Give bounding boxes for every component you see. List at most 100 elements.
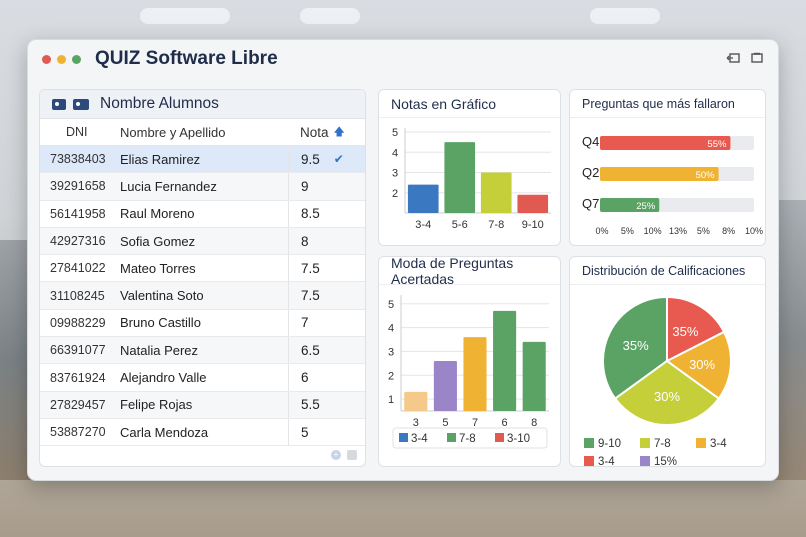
failed-questions-title: Preguntas que más fallaron xyxy=(582,96,735,111)
legend-swatch xyxy=(584,438,594,448)
cell-dni: 27829457 xyxy=(50,397,106,412)
table-row[interactable]: 39291658 Lucia Fernandez 9 xyxy=(40,173,365,201)
cell-grade-value: 7 xyxy=(301,315,309,331)
y-tick-label: 3 xyxy=(388,346,394,358)
students-panel-title: Nombre Alumnos xyxy=(100,95,219,112)
grades-chart-panel: Notas en Gráfico 2 3 4 5 3-4 5-6 7-8 9-10 xyxy=(378,89,561,246)
table-row[interactable]: 42927316 Sofia Gomez 8 xyxy=(40,227,365,256)
id-card-icon xyxy=(52,98,66,110)
cell-dni: 83761924 xyxy=(50,370,106,385)
legend-label: 3-10 xyxy=(507,433,530,445)
column-grade-label: Nota xyxy=(300,124,329,140)
cell-name: Mateo Torres xyxy=(120,260,196,276)
table-row[interactable]: 83761924 Alejandro Valle 6 xyxy=(40,364,365,392)
cell-name: Natalia Perez xyxy=(120,342,199,358)
cell-grade-value: 7.5 xyxy=(301,260,320,276)
x-tick-label: 9-10 xyxy=(522,219,544,231)
close-window-button[interactable] xyxy=(42,54,51,64)
x-tick-label: 10% xyxy=(745,226,763,236)
cell-grade: 9 xyxy=(288,173,364,200)
bar xyxy=(433,360,457,411)
legend-swatch xyxy=(696,438,706,448)
cell-name: Bruno Castillo xyxy=(120,315,201,331)
column-grade[interactable]: Nota 🡅 xyxy=(288,119,364,145)
y-tick-label: 4 xyxy=(392,147,398,159)
cell-dni: 09988229 xyxy=(50,315,106,330)
x-tick-label: 10% xyxy=(644,226,662,236)
table-row[interactable]: 73838403 Elias Ramirez 9.5 ✔ xyxy=(40,146,365,174)
slice-label: 35% xyxy=(623,338,649,353)
column-dni[interactable]: DNI xyxy=(40,125,116,139)
table-row[interactable]: 31108245 Valentina Soto 7.5 xyxy=(40,282,365,310)
cell-grade-value: 7.5 xyxy=(301,288,320,304)
y-tick-label: 5 xyxy=(388,299,394,311)
x-tick-label: 8% xyxy=(722,226,735,236)
moda-bar-chart: 1 2 3 4 5 3 5 7 6 8 3-4 7-8 3-10 xyxy=(388,295,549,449)
grades-bar-chart: 2 3 4 5 3-4 5-6 7-8 9-10 xyxy=(392,127,551,231)
y-tick-label: 5 xyxy=(392,127,398,139)
legend-label: 3-4 xyxy=(710,438,727,450)
data-label: 50% xyxy=(696,170,716,181)
moda-chart-panel: Moda de Preguntas Acertadas 1 2 3 4 5 3 5 7 6 8 3-… xyxy=(378,255,561,467)
legend-label: 7-8 xyxy=(459,433,476,445)
table-row[interactable]: 56141958 Raul Moreno 8.5 xyxy=(40,200,365,228)
table-row[interactable]: 66391077 Natalia Perez 6.5 xyxy=(40,337,365,365)
y-tick-label: 3 xyxy=(392,168,398,180)
sort-asc-icon[interactable]: 🡅 xyxy=(334,123,345,142)
app-window: QUIZ Software Libre Nombre Alumnos DNI N… xyxy=(27,39,779,481)
check-icon: ✔ xyxy=(333,152,344,167)
ceiling-light xyxy=(140,8,230,24)
ceiling-light xyxy=(300,8,360,24)
students-panel-header: Nombre Alumnos xyxy=(40,90,365,119)
cell-grade: 9.5 ✔ xyxy=(288,146,364,173)
distribution-panel: Distribución de Calificaciones 35% 35% 30%… xyxy=(569,256,766,468)
students-panel: Nombre Alumnos DNI Nombre y Apellido Not… xyxy=(39,89,366,467)
slice-label: 30% xyxy=(654,389,680,404)
window-tile-icon[interactable] xyxy=(726,52,740,64)
cell-grade-value: 5 xyxy=(301,424,309,440)
cell-grade-value: 6 xyxy=(301,370,309,386)
table-header: DNI Nombre y Apellido Nota 🡅 xyxy=(40,119,365,146)
table-row[interactable]: 27841022 Mateo Torres 7.5 xyxy=(40,255,365,283)
maximize-window-button[interactable] xyxy=(72,54,81,64)
cell-name: Elias Ramirez xyxy=(120,151,201,167)
scroll-up-button[interactable]: + xyxy=(331,450,341,460)
legend-label: 9-10 xyxy=(598,438,621,450)
title-bar: QUIZ Software Libre xyxy=(28,40,778,78)
x-tick-label: 7 xyxy=(472,417,478,429)
x-tick-label: 3 xyxy=(413,417,419,429)
legend-label: 7-8 xyxy=(654,438,671,450)
cell-grade-value: 9 xyxy=(301,178,309,194)
cell-name: Carla Mendoza xyxy=(120,424,209,440)
bar xyxy=(407,184,439,213)
cell-dni: 56141958 xyxy=(50,206,106,221)
table-row[interactable]: 27829457 Felipe Rojas 5.5 xyxy=(40,391,365,419)
bar xyxy=(463,337,487,411)
cell-grade-value: 8 xyxy=(301,233,309,249)
legend-label: 15% xyxy=(654,456,677,467)
cell-name: Felipe Rojas xyxy=(120,397,193,413)
cell-grade-value: 6.5 xyxy=(301,342,320,358)
scroll-down-button[interactable] xyxy=(347,450,357,460)
bar xyxy=(517,194,549,213)
column-name[interactable]: Nombre y Apellido xyxy=(116,125,288,140)
cell-grade: 8 xyxy=(288,227,364,255)
x-tick-label: 7-8 xyxy=(488,219,504,231)
table-row[interactable]: 53887270 Carla Mendoza 5 xyxy=(40,418,365,447)
distribution-title: Distribución de Calificaciones xyxy=(582,263,746,278)
cell-grade: 5 xyxy=(288,418,364,446)
legend-swatch xyxy=(640,456,650,466)
cell-name: Lucia Fernandez xyxy=(120,178,217,194)
table-row[interactable]: 09988229 Bruno Castillo 7 xyxy=(40,309,365,338)
category-label: Q2 xyxy=(582,165,599,180)
bar xyxy=(522,341,546,411)
bar xyxy=(480,172,512,213)
window-restore-icon[interactable] xyxy=(750,52,764,64)
data-label: 25% xyxy=(636,201,656,212)
grades-chart-title: Notas en Gráfico xyxy=(391,95,497,112)
cell-name: Alejandro Valle xyxy=(120,370,207,386)
minimize-window-button[interactable] xyxy=(57,54,66,64)
ceiling-light xyxy=(590,8,660,24)
cell-grade: 7.5 xyxy=(288,282,364,309)
legend-swatch xyxy=(399,433,408,442)
